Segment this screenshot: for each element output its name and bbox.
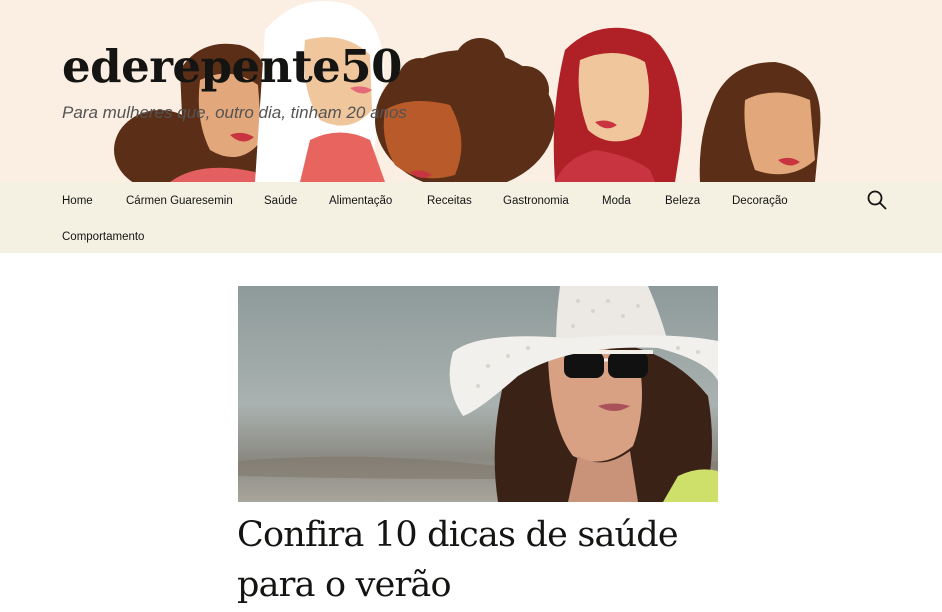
main-navigation: Home Cármen Guaresemin Saúde Alimentação…: [0, 182, 942, 253]
nav-menu: Home Cármen Guaresemin Saúde Alimentação…: [62, 182, 862, 253]
nav-item-saude[interactable]: Saúde: [264, 194, 297, 208]
illustrated-woman-4: [553, 27, 682, 182]
nav-item-decoracao[interactable]: Decoração: [732, 194, 788, 208]
nav-item-carmen-guaresemin[interactable]: Cármen Guaresemin: [126, 194, 233, 208]
nav-item-home[interactable]: Home: [62, 194, 93, 208]
nav-item-gastronomia[interactable]: Gastronomia: [503, 194, 569, 208]
nav-item-comportamento[interactable]: Comportamento: [62, 230, 144, 244]
search-toggle-button[interactable]: [866, 189, 888, 211]
illustrated-woman-5: [699, 62, 821, 182]
woman-in-sun-hat-photo: [238, 286, 718, 502]
nav-item-alimentacao[interactable]: Alimentação: [329, 194, 392, 208]
nav-item-beleza[interactable]: Beleza: [665, 194, 700, 208]
nav-item-receitas[interactable]: Receitas: [427, 194, 472, 208]
post-title[interactable]: Confira 10 dicas de saúde para o verão: [237, 510, 717, 610]
site-tagline: Para mulheres que, outro dia, tinham 20 …: [62, 103, 407, 122]
page: ederepente50 Para mulheres que, outro di…: [0, 0, 942, 612]
featured-image[interactable]: [238, 286, 718, 502]
search-icon: [867, 190, 887, 210]
nav-item-moda[interactable]: Moda: [602, 194, 631, 208]
site-title[interactable]: ederepente50: [62, 38, 402, 96]
site-header: ederepente50 Para mulheres que, outro di…: [0, 0, 942, 182]
